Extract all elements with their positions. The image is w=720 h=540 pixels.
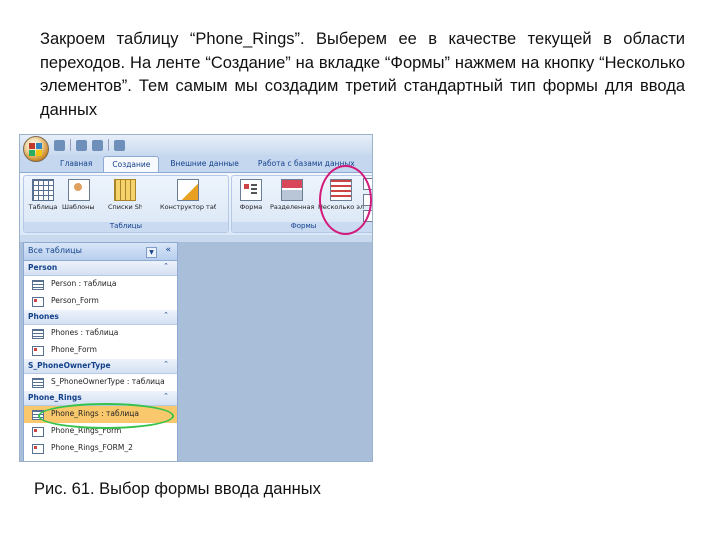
nav-item[interactable]: Phone_Form [24, 342, 177, 359]
toolbar-separator [70, 139, 71, 151]
nav-item-label: Phone_Form [51, 345, 97, 354]
table-designer-icon [177, 179, 199, 201]
chevron-down-icon[interactable]: ▼ [146, 247, 157, 258]
nav-group-person[interactable]: Person ⌃ [24, 261, 177, 276]
nav-item-label: S_PhoneOwnerType : таблица [51, 377, 165, 386]
form-button-label: Форма [239, 203, 263, 211]
table-designer-label: Конструктор таблиц [160, 203, 216, 211]
green-highlight-ring [38, 403, 174, 429]
instruction-paragraph: Закроем таблицу “Phone_Rings”. Выберем е… [40, 30, 685, 119]
table-icon [32, 378, 44, 388]
table-templates-label: Шаблоны таблиц [62, 203, 96, 211]
nav-pane-header[interactable]: Все таблицы ▼ « [24, 243, 177, 261]
toolbar-separator [108, 139, 109, 151]
sharepoint-list-icon [114, 179, 136, 201]
split-form-button[interactable]: Разделенная форма [270, 179, 314, 211]
undo-icon[interactable] [76, 139, 87, 151]
red-highlight-ring [319, 165, 372, 235]
split-form-icon [281, 179, 303, 201]
title-bar [20, 135, 372, 155]
form-button[interactable]: Форма [234, 179, 268, 211]
figure-caption: Рис. 61. Выбор формы ввода данных [34, 480, 321, 498]
nav-group-label: Person [28, 263, 58, 272]
tab-external-data[interactable]: Внешние данные [162, 156, 246, 173]
sharepoint-lists-button[interactable]: Списки SharePoint [108, 179, 142, 211]
customize-icon[interactable] [114, 139, 125, 151]
collapse-group-icon[interactable]: ⌃ [163, 262, 169, 270]
collapse-group-icon[interactable]: ⌃ [163, 392, 169, 400]
sharepoint-lists-label: Списки SharePoint [108, 203, 142, 211]
nav-group-phones[interactable]: Phones ⌃ [24, 310, 177, 325]
form-icon [32, 297, 44, 307]
nav-item[interactable]: Phones : таблица [24, 325, 177, 342]
save-icon[interactable] [54, 139, 65, 151]
nav-item[interactable]: Person_Form [24, 293, 177, 310]
nav-group-label: S_PhoneOwnerType [28, 361, 111, 370]
templates-icon [68, 179, 90, 201]
tab-home[interactable]: Главная [52, 156, 100, 173]
ribbon-separator [20, 235, 372, 242]
collapse-group-icon[interactable]: ⌃ [163, 360, 169, 368]
document-workspace [178, 242, 372, 461]
office-logo-icon [29, 143, 35, 149]
redo-icon[interactable] [92, 139, 103, 151]
table-button-label: Таблица [28, 203, 58, 211]
nav-item-label: Person : таблица [51, 279, 117, 288]
form-icon [32, 444, 44, 454]
nav-group-label: Phone_Rings [28, 393, 82, 402]
collapse-group-icon[interactable]: ⌃ [163, 311, 169, 319]
table-button[interactable]: Таблица [26, 179, 60, 211]
group-tables: Таблица Шаблоны таблиц Списки SharePoint… [23, 175, 229, 233]
table-designer-button[interactable]: Конструктор таблиц [160, 179, 216, 211]
form-icon [240, 179, 262, 201]
nav-item-label: Phone_Rings_FORM_2 [51, 443, 133, 452]
nav-item[interactable]: Phone_Rings_FORM_2 [24, 440, 177, 457]
office-button[interactable] [23, 136, 49, 162]
table-icon [32, 329, 44, 339]
split-form-label: Разделенная форма [270, 203, 314, 211]
nav-pane-title: Все таблицы [28, 246, 82, 255]
nav-group-s-phoneownertype[interactable]: S_PhoneOwnerType ⌃ [24, 359, 177, 374]
form-icon [32, 427, 44, 437]
nav-group-label: Phones [28, 312, 59, 321]
access-screenshot: Главная Создание Внешние данные Работа с… [19, 134, 373, 462]
nav-item[interactable]: S_PhoneOwnerType : таблица [24, 374, 177, 391]
nav-item-label: Person_Form [51, 296, 99, 305]
ribbon-tabs: Главная Создание Внешние данные Работа с… [52, 156, 363, 174]
nav-item-label: Phones : таблица [51, 328, 119, 337]
form-icon [32, 346, 44, 356]
navigation-pane: Все таблицы ▼ « Person ⌃ Person : таблиц… [23, 242, 178, 461]
table-templates-button[interactable]: Шаблоны таблиц [62, 179, 96, 211]
group-label-tables: Таблицы [24, 222, 228, 232]
table-icon [32, 179, 54, 201]
table-icon [32, 280, 44, 290]
quick-access-toolbar [54, 138, 125, 152]
collapse-pane-icon[interactable]: « [165, 245, 171, 255]
nav-item[interactable]: Person : таблица [24, 276, 177, 293]
